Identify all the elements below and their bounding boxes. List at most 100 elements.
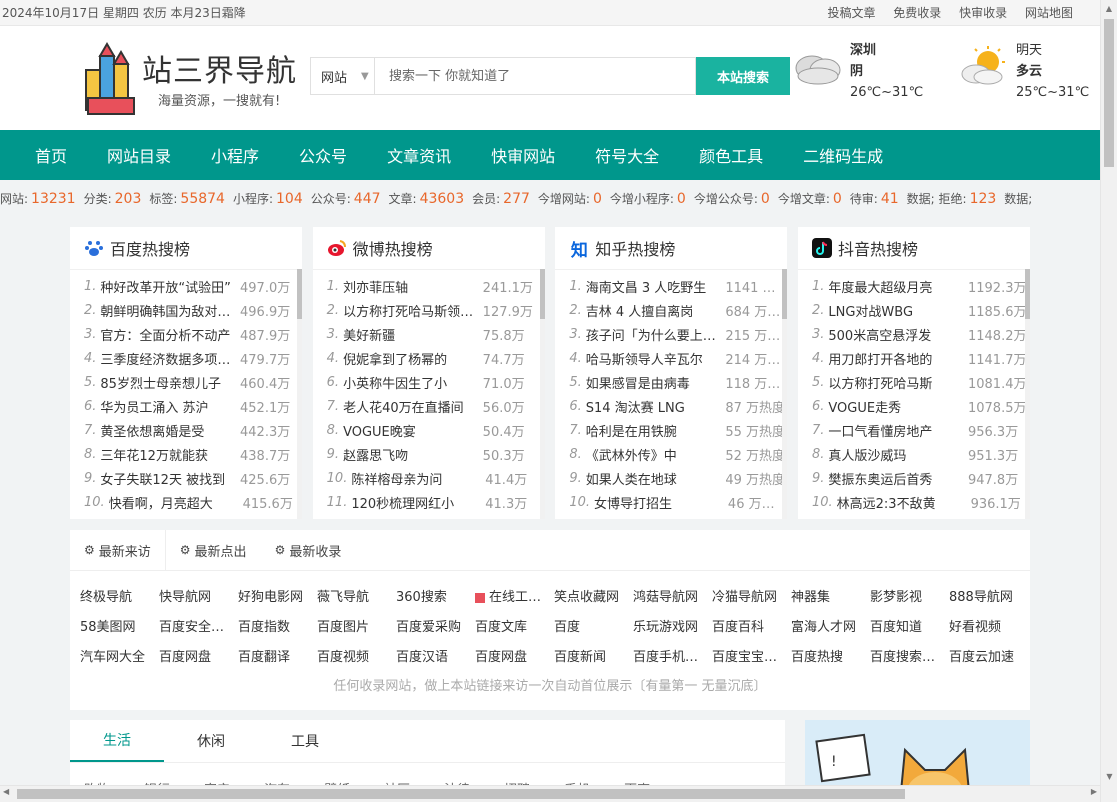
hot-item-title[interactable]: 林高远2:3不敌黄 bbox=[837, 493, 967, 512]
site-link[interactable]: 汽车网大全 bbox=[80, 643, 159, 673]
hot-item[interactable]: 10. 林高远2:3不敌黄 936.1万 bbox=[812, 491, 1030, 515]
hot-item-title[interactable]: 85岁烈士母亲想儿子 bbox=[100, 373, 236, 392]
tab-tools[interactable]: 工具 bbox=[258, 720, 352, 762]
hot-item-title[interactable]: 樊振东奥运后首秀 bbox=[828, 469, 964, 488]
hot-board-title[interactable]: 百度热搜榜 bbox=[110, 236, 190, 260]
hot-item[interactable]: 2. 吉林 4 人擅自离岗 684 万热度 bbox=[569, 298, 787, 322]
hot-item-title[interactable]: 海南文昌 3 人吃野生 bbox=[586, 277, 722, 296]
nav-symbols[interactable]: 符号大全 bbox=[595, 143, 659, 167]
site-link[interactable]: 神器集 bbox=[791, 583, 870, 613]
site-link[interactable]: 百度翻译 bbox=[238, 643, 317, 673]
hot-item[interactable]: 10. 快看啊，月亮超大 415.6万 bbox=[84, 491, 302, 515]
hot-item[interactable]: 8. 真人版沙威玛 951.3万 bbox=[812, 443, 1030, 467]
hot-item[interactable]: 10. 陈祥榕母亲为问 41.4万 bbox=[327, 467, 545, 491]
hot-item-title[interactable]: 倪妮拿到了杨幂的 bbox=[343, 349, 479, 368]
hot-item-title[interactable]: 如果人类在地球 bbox=[586, 469, 722, 488]
hot-item[interactable]: 2. LNG对战WBG 1185.6万 bbox=[812, 298, 1030, 322]
hot-item-title[interactable]: 华为员工涌入 苏沪 bbox=[100, 397, 236, 416]
hot-item[interactable]: 7. 哈利是在用铁腕 55 万热度 bbox=[569, 419, 787, 443]
hot-item[interactable]: 9. 樊振东奥运后首秀 947.8万 bbox=[812, 467, 1030, 491]
scroll-thumb[interactable] bbox=[539, 269, 545, 319]
site-link[interactable]: 快导航网 bbox=[159, 583, 238, 613]
hot-item-title[interactable]: LNG对战WBG bbox=[828, 301, 964, 320]
hot-item-title[interactable]: 快看啊，月亮超大 bbox=[109, 493, 239, 512]
hot-item-title[interactable]: 以方称打死哈马斯 bbox=[828, 373, 964, 392]
hot-item-title[interactable]: 120秒梳理网红小 bbox=[351, 493, 481, 512]
scroll-left-icon[interactable]: ◀ bbox=[3, 787, 9, 796]
hot-item[interactable]: 5. 以方称打死哈马斯 1081.4万 bbox=[812, 370, 1030, 394]
search-button[interactable]: 本站搜索 bbox=[696, 57, 790, 95]
hot-item-title[interactable]: S14 淘汰赛 LNG bbox=[586, 397, 722, 416]
scroll-up-icon[interactable]: ▲ bbox=[1101, 0, 1117, 17]
hot-item-title[interactable]: 用刀郎打开各地的 bbox=[828, 349, 964, 368]
horizontal-scrollbar[interactable]: ◀ ▶ bbox=[0, 785, 1100, 802]
hot-item[interactable]: 3. 官方：全面分析不动产 487.9万 bbox=[84, 322, 302, 346]
site-link[interactable]: 360搜索 bbox=[396, 583, 475, 613]
scroll-right-icon[interactable]: ▶ bbox=[1091, 787, 1097, 796]
hot-item[interactable]: 5. 如果感冒是由病毒 118 万热度 bbox=[569, 370, 787, 394]
tab-leisure[interactable]: 休闲 bbox=[164, 720, 258, 762]
hot-item-title[interactable]: 一口气看懂房地产 bbox=[828, 421, 964, 440]
link-free-submit[interactable]: 免费收录 bbox=[893, 6, 941, 20]
hot-item-title[interactable]: 三季度经济数据多项回升 bbox=[100, 349, 236, 368]
tab-latest-visits[interactable]: ⚙ 最新来访 bbox=[70, 530, 166, 570]
nav-site-directory[interactable]: 网站目录 bbox=[107, 143, 171, 167]
hot-item[interactable]: 8. 三年花12万就能获 438.7万 bbox=[84, 443, 302, 467]
scroll-thumb[interactable] bbox=[297, 269, 302, 319]
site-link[interactable]: 百度汉语 bbox=[396, 643, 475, 673]
site-link[interactable]: 百度网盘 bbox=[475, 643, 554, 673]
link-fast-review[interactable]: 快审收录 bbox=[959, 6, 1007, 20]
hot-item[interactable]: 7. 黄圣依想离婚是受 442.3万 bbox=[84, 419, 302, 443]
search-input[interactable] bbox=[374, 57, 696, 95]
hot-item-title[interactable]: 女子失联12天 被找到 bbox=[100, 469, 236, 488]
hot-board-title[interactable]: 知乎热搜榜 bbox=[595, 236, 675, 260]
hot-item-title[interactable]: 真人版沙威玛 bbox=[828, 445, 964, 464]
hot-item[interactable]: 4. 哈马斯领导人辛瓦尔 214 万热度 bbox=[569, 346, 787, 370]
site-link[interactable]: 58美图网 bbox=[80, 613, 159, 643]
hot-item[interactable]: 7. 老人花40万在直播间 56.0万 bbox=[327, 394, 545, 418]
hot-item[interactable]: 9. 赵露思飞吻 50.3万 bbox=[327, 443, 545, 467]
hot-item[interactable]: 10. 女博导打招生 46 万热度 bbox=[569, 491, 787, 515]
hot-item[interactable]: 1.海南文昌 3 人吃野生1141 万热度 bbox=[569, 274, 787, 298]
site-link[interactable]: 百度百科 bbox=[712, 613, 791, 643]
hot-item[interactable]: 2. 以方称打死哈马斯领导人 127.9万 bbox=[327, 298, 545, 322]
hot-item[interactable]: 6. VOGUE走秀 1078.5万 bbox=[812, 394, 1030, 418]
hot-item-title[interactable]: 赵露思飞吻 bbox=[343, 445, 479, 464]
hot-item[interactable]: 4. 三季度经济数据多项回升 479.7万 bbox=[84, 346, 302, 370]
hot-item-title[interactable]: 美好新疆 bbox=[343, 325, 479, 344]
scroll-thumb[interactable] bbox=[1024, 269, 1030, 319]
hot-item-title[interactable]: 年度最大超级月亮 bbox=[828, 277, 964, 296]
hot-item[interactable]: 1. 种好改革开放“试验田” 497.0万 bbox=[84, 274, 302, 298]
site-link[interactable]: 百度文库 bbox=[475, 613, 554, 643]
hot-item-title[interactable]: 刘亦菲压轴 bbox=[343, 277, 479, 296]
tab-latest-added[interactable]: ⚙ 最新收录 bbox=[261, 530, 356, 570]
hot-item-title[interactable]: 官方：全面分析不动产 bbox=[100, 325, 236, 344]
site-link[interactable]: 百度搜索资源 bbox=[870, 643, 949, 673]
hot-item-title[interactable]: VOGUE走秀 bbox=[828, 397, 964, 416]
hot-item[interactable]: 1. 年度最大超级月亮 1192.3万 bbox=[812, 274, 1030, 298]
site-link[interactable]: 薇飞导航 bbox=[317, 583, 396, 613]
site-link[interactable]: 百度新闻 bbox=[554, 643, 633, 673]
site-link[interactable]: 终极导航 bbox=[80, 583, 159, 613]
hot-item-title[interactable]: 以方称打死哈马斯领导人 bbox=[343, 301, 479, 320]
hot-item-title[interactable]: 种好改革开放“试验田” bbox=[100, 277, 236, 296]
nav-home[interactable]: 首页 bbox=[35, 143, 67, 167]
hot-item-title[interactable]: 老人花40万在直播间 bbox=[343, 397, 479, 416]
hot-item-title[interactable]: 吉林 4 人擅自离岗 bbox=[586, 301, 722, 320]
board-scrollbar[interactable] bbox=[782, 269, 788, 519]
hot-item-title[interactable]: 哈利是在用铁腕 bbox=[586, 421, 722, 440]
scroll-thumb[interactable] bbox=[782, 269, 788, 319]
hot-item-title[interactable]: 陈祥榕母亲为问 bbox=[351, 469, 481, 488]
site-link[interactable]: 百度手机助手 bbox=[633, 643, 712, 673]
site-link[interactable]: 乐玩游戏网 bbox=[633, 613, 712, 643]
hot-item[interactable]: 6. S14 淘汰赛 LNG 87 万热度 bbox=[569, 394, 787, 418]
site-link[interactable]: 百度视频 bbox=[317, 643, 396, 673]
site-link[interactable]: 百度热搜 bbox=[791, 643, 870, 673]
site-link[interactable]: 百度图片 bbox=[317, 613, 396, 643]
search-type-select[interactable]: 网站 ▼ bbox=[310, 57, 374, 95]
hot-item-title[interactable]: 女博导打招生 bbox=[594, 493, 724, 512]
site-link[interactable]: 百度网盘 bbox=[159, 643, 238, 673]
link-sitemap[interactable]: 网站地图 bbox=[1025, 6, 1073, 20]
site-link[interactable]: 富海人才网 bbox=[791, 613, 870, 643]
nav-mini-programs[interactable]: 小程序 bbox=[211, 143, 259, 167]
